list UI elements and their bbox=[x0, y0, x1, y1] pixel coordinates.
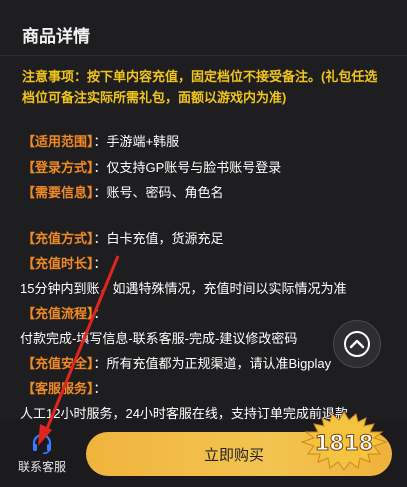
detail-method: 【充值方式】：白卡充值，货源充足 bbox=[22, 228, 224, 247]
customer-service-label: 联系客服 bbox=[17, 459, 66, 474]
buy-now-label: 立即购买 bbox=[203, 446, 264, 464]
headset-icon bbox=[32, 433, 52, 454]
detail-value: ：仅支持GP账号与脸书账号登录 bbox=[93, 160, 282, 175]
detail-label: 【充值安全】 bbox=[22, 356, 94, 371]
detail-duration-text: 15分钟内到账，如遇特殊情况，充值时间以实际情况为准 bbox=[20, 281, 347, 296]
scroll-to-top-button[interactable] bbox=[333, 320, 381, 368]
chevron-up-icon bbox=[344, 331, 370, 357]
detail-process-text: 付款完成-填写信息-联系客服-完成-建议修改密码 bbox=[20, 331, 298, 346]
svg-text:1818: 1818 bbox=[315, 431, 373, 455]
watermark-logo: 1818 bbox=[300, 411, 388, 471]
detail-duration: 【充值时长】： bbox=[22, 253, 107, 272]
detail-label: 【适用范围】 bbox=[22, 134, 94, 149]
detail-scope: 【适用范围】：手游端+韩服 bbox=[22, 131, 179, 150]
notice-text: 注意事项：按下单内容充值，固定档位不接受备注。(礼包任选档位可备注实际所需礼包，… bbox=[22, 69, 378, 105]
detail-value: ：白卡充值，货源充足 bbox=[93, 231, 224, 246]
detail-service: 【客服服务】： bbox=[22, 378, 107, 397]
detail-label: 【登录方式】 bbox=[22, 160, 94, 175]
detail-login: 【登录方式】：仅支持GP账号与脸书账号登录 bbox=[22, 157, 281, 176]
detail-label: 【需要信息】 bbox=[22, 185, 94, 200]
section-title: 商品详情 bbox=[22, 27, 90, 46]
detail-label: 【充值时长】 bbox=[22, 256, 94, 271]
detail-label: 【充值方式】 bbox=[22, 231, 94, 246]
detail-label: 【客服服务】 bbox=[22, 381, 94, 396]
detail-value: ： bbox=[93, 306, 107, 321]
detail-value: ：手游端+韩服 bbox=[93, 134, 180, 149]
detail-label: 【充值流程】 bbox=[22, 306, 94, 321]
detail-safety: 【充值安全】：所有充值都为正规渠道，请认准Bigplay bbox=[22, 353, 331, 372]
detail-value: ：所有充值都为正规渠道，请认准Bigplay bbox=[93, 356, 332, 371]
detail-value: ： bbox=[93, 256, 107, 271]
divider bbox=[0, 55, 407, 56]
detail-value: ： bbox=[93, 381, 107, 396]
detail-value: ：账号、密码、角色名 bbox=[93, 185, 224, 200]
detail-required-info: 【需要信息】：账号、密码、角色名 bbox=[22, 182, 224, 201]
detail-process: 【充值流程】： bbox=[22, 303, 107, 322]
customer-service-button[interactable]: 联系客服 bbox=[8, 426, 76, 482]
